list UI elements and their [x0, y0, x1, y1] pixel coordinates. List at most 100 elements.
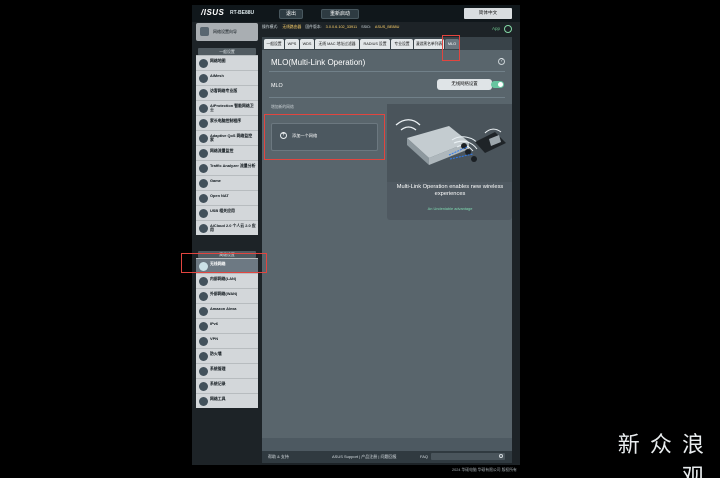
tab-wps[interactable]: WPS — [285, 39, 299, 49]
top-bar: /ISUS RT-BE88U 退出 重新启动 简体中文 — [192, 5, 520, 22]
open-nat-icon — [199, 194, 208, 203]
page-title: MLO(Multi-Link Operation) — [271, 58, 366, 67]
tab-wds[interactable]: WDS — [300, 39, 314, 49]
ssid-value[interactable]: ASUS_BE88U — [375, 25, 399, 29]
gamepad-icon — [199, 179, 208, 188]
sidebar-item-vpn[interactable]: VPN — [196, 333, 258, 348]
firmware-value[interactable]: 3.0.0.6.102_33911 — [326, 25, 357, 29]
title-divider — [269, 71, 505, 72]
sidebar-item-aiprotection[interactable]: AiProtection 智能网络卫士 — [196, 100, 258, 115]
help-support-link[interactable]: 帮助 & 支持 — [268, 454, 289, 460]
lan-icon — [199, 277, 208, 286]
mlo-card-subtitle[interactable]: An Undeniable advantage — [395, 206, 505, 211]
qos-icon — [199, 134, 208, 143]
language-select[interactable]: 简体中文 — [464, 8, 512, 19]
support-links[interactable]: ASUS Support | 产品注册 | 问题回报 — [332, 454, 397, 460]
sidebar-item-open-nat[interactable]: Open NAT — [196, 190, 258, 205]
search-icon[interactable] — [499, 454, 503, 458]
traffic-icon — [199, 149, 208, 158]
mlo-card-title: Multi-Link Operation enables new wireles… — [396, 184, 504, 198]
sidebar-item-administration[interactable]: 系统管理 — [196, 363, 258, 378]
wizard-icon — [200, 27, 209, 36]
vpn-icon — [199, 337, 208, 346]
tab-general[interactable]: 一般设置 — [264, 39, 284, 49]
cloud-icon — [199, 224, 208, 233]
sidebar-item-qos[interactable]: Adaptive QoS 网络监控家 — [196, 130, 258, 145]
sidebar-item-label: 网络流量监控 — [210, 148, 234, 153]
quick-setup-button[interactable]: 网络设置向导 — [196, 23, 258, 41]
sidebar-item-usb[interactable]: USB 相关应用 — [196, 205, 258, 220]
sidebar-item-network-tools[interactable]: 网络工具 — [196, 393, 258, 408]
globe-icon — [199, 292, 208, 301]
add-network-highlight — [264, 114, 385, 160]
tab-mac-filter[interactable]: 无线 MAC 地址过滤器 — [315, 39, 359, 49]
sidebar-item-label: 网络工具 — [210, 396, 226, 401]
network-map-icon — [199, 59, 208, 68]
sidebar-item-firewall[interactable]: 防火墙 — [196, 348, 258, 363]
sidebar-item-label: 内部网络(LAN) — [210, 276, 237, 281]
ssid-label: SSID: — [361, 25, 372, 29]
app-label[interactable]: App — [492, 26, 500, 31]
router-window: /ISUS RT-BE88U 退出 重新启动 简体中文 操作模式: 无线路由器 … — [181, 5, 520, 465]
firmware-label: 固件版本: — [305, 25, 322, 29]
logout-button[interactable]: 退出 — [279, 9, 303, 19]
wireless-item-highlight — [181, 253, 267, 273]
mode-value[interactable]: 无线路由器 — [282, 25, 301, 29]
sidebar-item-traffic-monitor[interactable]: 网络流量监控 — [196, 145, 258, 160]
reboot-button[interactable]: 重新启动 — [321, 9, 359, 19]
mlo-info-card: Multi-Link Operation enables new wireles… — [387, 104, 512, 220]
settings-tabs: 一般设置 WPS WDS 无线 MAC 地址过滤器 RADIUS 设置 专业设置… — [262, 37, 512, 50]
faq-label: FAQ — [420, 454, 429, 459]
copyright-text: 2024 华硕电脑 华硕有限公司 版权所有 — [452, 468, 517, 472]
sidebar-item-parental-controls[interactable]: 家长电脑控制程序 — [196, 115, 258, 130]
sidebar-item-label: USB 相关应用 — [210, 208, 235, 213]
general-header: 一般设置 — [198, 48, 256, 55]
sidebar-item-guest-network[interactable]: 访客网络专业版 — [196, 85, 258, 100]
sidebar-item-traffic-analyzer[interactable]: Traffic Analyzer 流量分析 — [196, 160, 258, 175]
sidebar-item-alexa[interactable]: Amazon Alexa — [196, 303, 258, 318]
analyzer-icon — [199, 164, 208, 173]
watermark: 新 众 浪 观 — [617, 432, 706, 478]
sidebar-item-wan[interactable]: 外部网络(WAN) — [196, 288, 258, 303]
wireless-settings-button[interactable]: 无线网络设置 — [437, 79, 492, 90]
sidebar-item-label: 家长电脑控制程序 — [210, 118, 242, 123]
sidebar-item-label: 系统记录 — [210, 381, 226, 386]
gear-icon — [199, 367, 208, 376]
sidebar: 网络设置向导 一般设置 网络地图 AiMesh 访客网络专业版 AiProtec… — [196, 23, 258, 418]
sidebar-item-label: VPN — [210, 336, 218, 341]
section-label: 增加新的网络 — [271, 105, 294, 109]
sidebar-item-label: Game — [210, 178, 221, 183]
sidebar-item-ipv6[interactable]: IPv6 — [196, 318, 258, 333]
tab-professional[interactable]: 专业设置 — [391, 39, 413, 49]
firewall-icon — [199, 352, 208, 361]
sidebar-item-network-map[interactable]: 网络地图 — [196, 55, 258, 70]
tab-roaming-blocklist[interactable]: 漫游黑名单列表 — [414, 39, 444, 49]
status-bar: 操作模式: 无线路由器 固件版本: 3.0.0.6.102_33911 SSID… — [262, 25, 512, 35]
sidebar-item-label: AiProtection 智能网络卫士 — [210, 103, 254, 113]
guest-network-icon — [199, 89, 208, 98]
main-content: 一般设置 WPS WDS 无线 MAC 地址过滤器 RADIUS 设置 专业设置… — [262, 37, 512, 452]
sidebar-item-label: 网络地图 — [210, 58, 226, 63]
mode-label: 操作模式: — [262, 25, 279, 29]
sidebar-item-lan[interactable]: 内部网络(LAN) — [196, 273, 258, 288]
mlo-tab-highlight — [442, 35, 460, 61]
tools-icon — [199, 397, 208, 406]
alexa-icon — [199, 307, 208, 316]
mlo-toggle[interactable] — [491, 81, 504, 88]
sidebar-item-label: 外部网络(WAN) — [210, 291, 238, 296]
sidebar-item-label: Amazon Alexa — [210, 306, 237, 311]
quick-setup-label: 网络设置向导 — [213, 29, 237, 34]
sidebar-item-label: 系统管理 — [210, 366, 226, 371]
sidebar-item-aimesh[interactable]: AiMesh — [196, 70, 258, 85]
tab-radius[interactable]: RADIUS 设置 — [360, 39, 390, 49]
faq-search-input[interactable] — [431, 453, 505, 460]
network-status-icon[interactable] — [504, 25, 512, 33]
sidebar-item-label: 访客网络专业版 — [210, 88, 238, 93]
usb-icon — [199, 209, 208, 218]
sidebar-item-system-log[interactable]: 系统记录 — [196, 378, 258, 393]
sidebar-item-game[interactable]: Game — [196, 175, 258, 190]
sidebar-item-aicloud[interactable]: AiCloud 2.0 个人云 2.0 应用 — [196, 220, 258, 235]
aimesh-icon — [199, 74, 208, 83]
help-icon[interactable]: ? — [498, 58, 505, 65]
mlo-panel: MLO(Multi-Link Operation) ? MLO 无线网络设置 增… — [262, 50, 512, 438]
